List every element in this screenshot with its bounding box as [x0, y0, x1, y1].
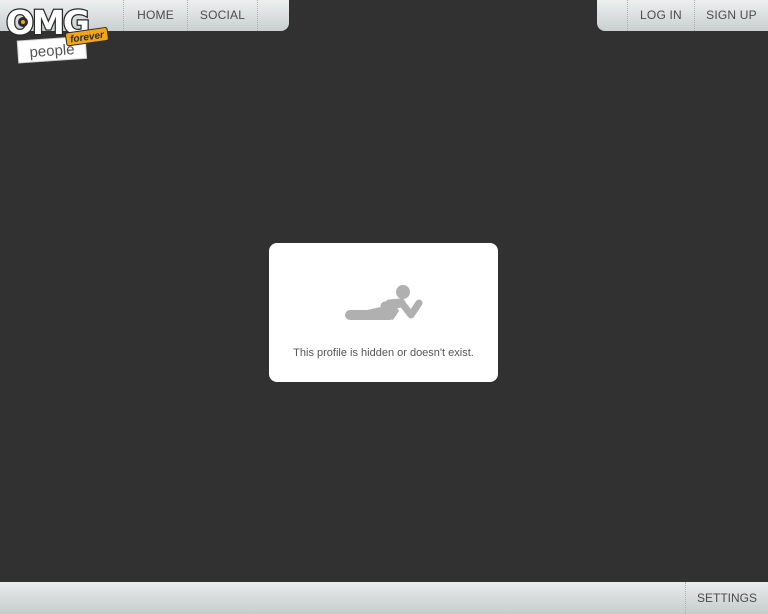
log-in-link[interactable]: LOG IN: [628, 0, 694, 31]
bottom-bar: SETTINGS: [0, 582, 768, 614]
profile-notice-message: This profile is hidden or doesn't exist.: [293, 347, 474, 359]
sign-up-link[interactable]: SIGN UP: [695, 0, 768, 31]
profile-notice-card: This profile is hidden or doesn't exist.: [269, 243, 498, 382]
nav-separator: [257, 0, 258, 31]
page: HOME SOCIAL people OMG forever LOG IN SI…: [0, 0, 768, 614]
top-nav-right: LOG IN SIGN UP: [597, 0, 768, 31]
settings-button[interactable]: SETTINGS: [685, 582, 768, 614]
person-lying-icon: [345, 285, 423, 320]
nav-home-link[interactable]: HOME: [124, 0, 187, 31]
nav-social-link[interactable]: SOCIAL: [188, 0, 257, 31]
omg-logo[interactable]: people OMG forever: [2, 1, 110, 67]
logo-graphic: people OMG forever: [5, 2, 109, 64]
